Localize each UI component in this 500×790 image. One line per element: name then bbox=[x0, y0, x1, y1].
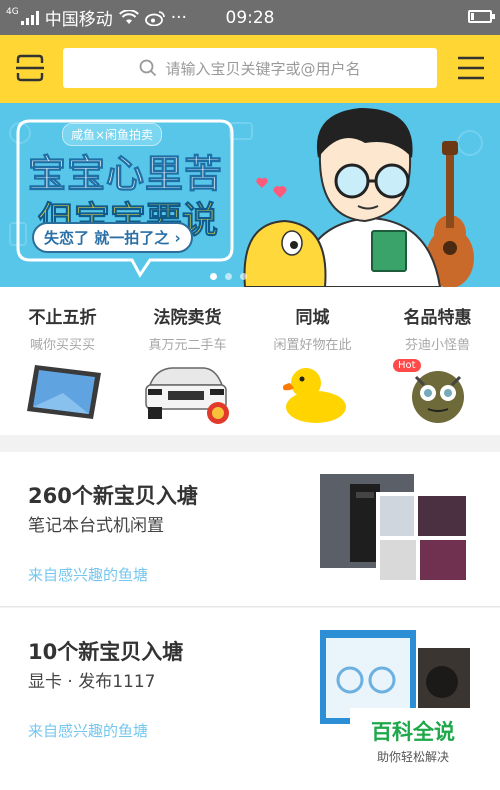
more-indicator: ··· bbox=[170, 7, 187, 28]
category-subtitle: 真万元二手车 bbox=[148, 338, 227, 353]
feed-source[interactable]: 来自感兴趣的鱼塘 bbox=[28, 564, 148, 585]
search-input[interactable]: 请输入宝贝关键字或@用户名 bbox=[63, 48, 437, 88]
menu-icon[interactable] bbox=[457, 55, 485, 81]
category-discount[interactable]: 不止五折 喊你买买买 bbox=[0, 287, 125, 435]
category-subtitle: 喊你买买买 bbox=[29, 338, 95, 353]
feed-title: 260个新宝贝入塘 bbox=[28, 484, 198, 508]
category-row: 不止五折 喊你买买买 法院卖货 真万元二手车 同城 闲置好物在此 名品特惠 芬迪… bbox=[0, 287, 500, 435]
top-header: 请输入宝贝关键字或@用户名 bbox=[0, 35, 500, 103]
network-type: 4G bbox=[6, 7, 19, 17]
category-subtitle: 芬迪小怪兽 bbox=[404, 338, 470, 353]
carousel-dot[interactable] bbox=[240, 273, 247, 280]
carousel-dot[interactable] bbox=[225, 273, 232, 280]
clock: 09:28 bbox=[225, 7, 275, 28]
tablet-image bbox=[26, 365, 101, 419]
promo-banner[interactable]: 咸鱼×闲鱼拍卖 宝宝心里苦 但宝宝要说 失恋了 就一拍了之 › bbox=[0, 103, 500, 287]
category-brand-sale[interactable]: 名品特惠 芬迪小怪兽 Hot bbox=[375, 287, 500, 435]
suv-car-image bbox=[144, 367, 229, 424]
wifi-icon bbox=[118, 9, 139, 24]
fur-monster-image bbox=[411, 371, 464, 423]
category-local[interactable]: 同城 闲置好物在此 bbox=[250, 287, 375, 435]
scan-icon[interactable] bbox=[15, 53, 45, 83]
carousel-dots[interactable] bbox=[210, 273, 247, 280]
watermark-subtitle: 助你轻松解决 bbox=[376, 750, 449, 764]
weibo-icon bbox=[144, 10, 165, 26]
category-court-sale[interactable]: 法院卖货 真万元二手车 bbox=[125, 287, 250, 435]
feed-source[interactable]: 来自感兴趣的鱼塘 bbox=[28, 720, 148, 741]
rubber-duck-image bbox=[282, 368, 346, 423]
watermark: 百科全说 助你轻松解决 bbox=[350, 708, 476, 768]
watermark-title: 百科全说 bbox=[371, 720, 455, 744]
search-icon bbox=[140, 59, 157, 77]
banner-headline-1: 宝宝心里苦 bbox=[27, 152, 224, 197]
category-title: 不止五折 bbox=[28, 308, 97, 328]
banner-cta[interactable]: 失恋了 就一拍了之 › bbox=[32, 222, 193, 253]
search-placeholder: 请输入宝贝关键字或@用户名 bbox=[165, 59, 361, 78]
page-bottom bbox=[0, 768, 500, 790]
feed-subtitle: 笔记本台式机闲置 bbox=[28, 516, 164, 536]
category-subtitle: 闲置好物在此 bbox=[273, 338, 352, 353]
feed-thumbnails bbox=[320, 474, 470, 584]
category-title: 同城 bbox=[295, 308, 330, 328]
feed-card[interactable]: 260个新宝贝入塘 笔记本台式机闲置 来自感兴趣的鱼塘 bbox=[0, 452, 500, 606]
divider bbox=[0, 606, 500, 607]
status-bar: 4G 中国移动 ··· 09:28 bbox=[0, 0, 500, 35]
carrier-name: 中国移动 bbox=[44, 10, 113, 30]
category-title: 法院卖货 bbox=[153, 308, 222, 328]
feed-subtitle: 显卡 · 发布1117 bbox=[28, 672, 156, 692]
category-title: 名品特惠 bbox=[403, 308, 472, 328]
feed-title: 10个新宝贝入塘 bbox=[28, 640, 184, 664]
carousel-dot[interactable] bbox=[210, 273, 217, 280]
signal-icon bbox=[20, 10, 39, 25]
battery-icon bbox=[468, 10, 495, 23]
